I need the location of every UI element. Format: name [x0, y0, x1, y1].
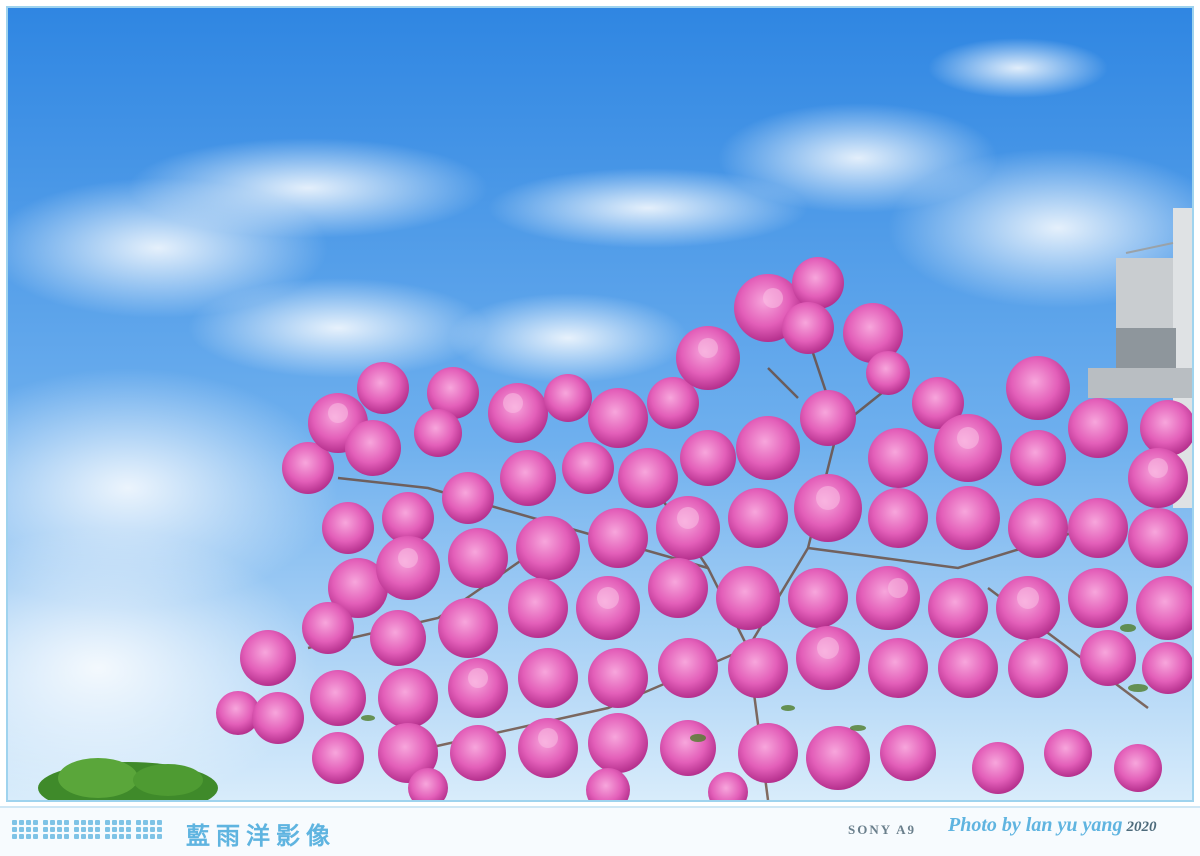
studio-name: 藍雨洋影像 — [186, 821, 336, 850]
credit-year: 2020 — [1126, 819, 1157, 835]
photo-frame — [6, 6, 1194, 802]
footer-bar: 藍雨洋影像 SONY A9 Photo by lan yu yang 2020 — [0, 806, 1200, 856]
photo-credit: Photo by lan yu yang 2020 — [948, 814, 1156, 837]
logo-dot-pattern — [12, 820, 162, 842]
credit-text: Photo by lan yu yang — [948, 814, 1123, 836]
photo-image — [8, 8, 1192, 800]
camera-model: SONY A9 — [848, 822, 917, 837]
